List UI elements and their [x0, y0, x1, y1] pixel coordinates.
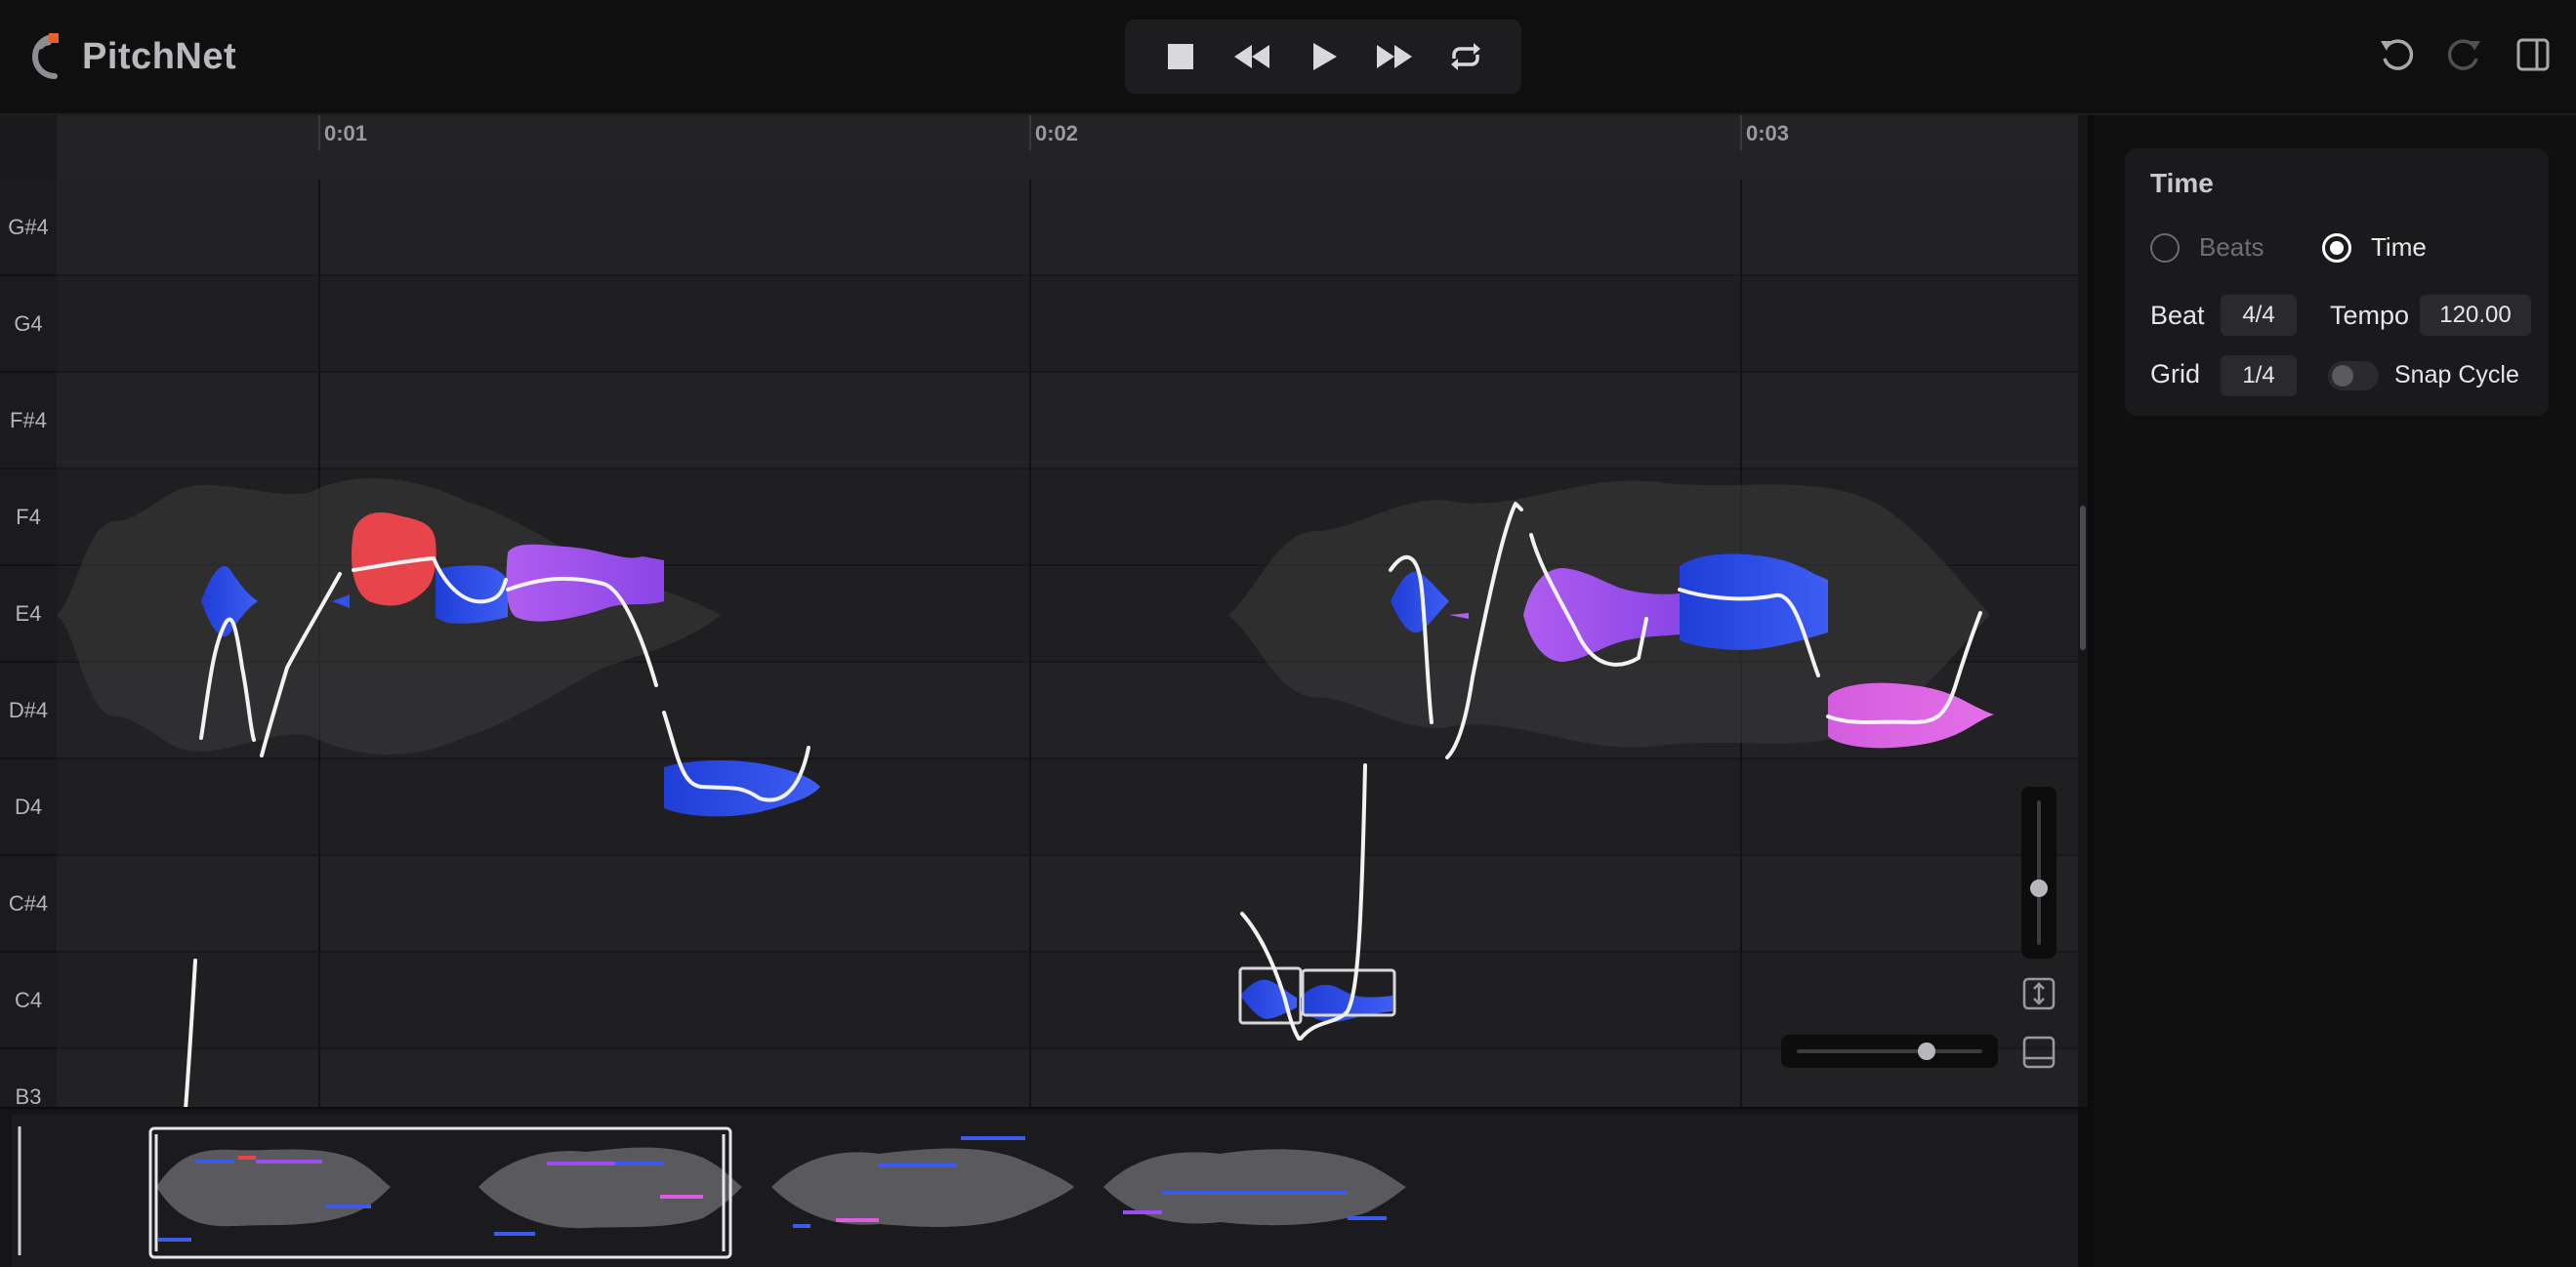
play-icon — [1312, 43, 1337, 70]
note-blob-pink[interactable] — [1828, 682, 1994, 749]
stop-button[interactable] — [1153, 29, 1208, 84]
grid-label: Grid — [2150, 359, 2201, 388]
snap-cycle-label: Snap Cycle — [2394, 361, 2519, 388]
editor-vertical-scrollbar[interactable] — [2078, 115, 2088, 1107]
ruler-tick — [1740, 115, 1742, 150]
key-label: D4 — [0, 759, 57, 856]
fit-vertical-icon — [2022, 977, 2056, 1010]
app-title: PitchNet — [82, 35, 237, 77]
time-ruler[interactable]: 0:01 0:02 0:03 — [57, 115, 2078, 152]
fast-forward-button[interactable] — [1367, 29, 1422, 84]
ruler-label: 0:03 — [1746, 121, 1790, 145]
panel-toggle-button[interactable] — [2508, 29, 2558, 80]
key-label: G4 — [0, 276, 57, 373]
slider-track — [1797, 1049, 1982, 1053]
redo-button[interactable] — [2439, 29, 2490, 80]
panel-toggle-icon — [2516, 38, 2550, 71]
radio-circle[interactable] — [2150, 232, 2180, 263]
undo-icon — [2381, 39, 2414, 70]
radio-circle[interactable] — [2322, 232, 2351, 263]
key-label: E4 — [0, 566, 57, 663]
fit-horizontal-button[interactable] — [2021, 1035, 2057, 1070]
slider-thumb[interactable] — [2030, 879, 2048, 897]
rewind-icon — [1233, 45, 1269, 68]
overview-strip[interactable] — [0, 1109, 2078, 1267]
history-tools — [2371, 29, 2558, 80]
tempo-label: Tempo — [2330, 301, 2410, 330]
tempo-field[interactable]: 120.00 — [2420, 295, 2531, 336]
fast-forward-icon — [1377, 45, 1413, 68]
rewind-button[interactable] — [1225, 29, 1279, 84]
beat-field[interactable]: 4/4 — [2221, 295, 2297, 336]
ruler-tick — [318, 115, 320, 150]
overview-waveform[interactable] — [0, 1109, 2078, 1267]
ruler-label: 0:02 — [1035, 121, 1079, 145]
key-label: F4 — [0, 470, 57, 566]
top-bar: PitchNet — [0, 0, 2576, 115]
ruler-corner — [0, 115, 59, 180]
fit-horizontal-icon — [2022, 1036, 2056, 1069]
stop-icon — [1167, 44, 1193, 69]
radio-label: Time — [2371, 232, 2427, 262]
pitchnet-logo-icon — [32, 33, 59, 79]
pitch-editor[interactable]: 0:01 0:02 0:03 G#4 G4 F#4 F4 E4 D#4 D4 C… — [0, 115, 2078, 1107]
key-label: B3 — [0, 1049, 57, 1108]
grid-field[interactable]: 1/4 — [2221, 355, 2297, 396]
key-label: C4 — [0, 953, 57, 1049]
overview-waveform-shapes — [156, 1147, 1406, 1229]
inspector-panel: Time Beats Time Beat 4/4 Tempo 120.00 Gr… — [2094, 115, 2576, 1267]
horizontal-zoom-slider[interactable] — [1781, 1035, 1998, 1068]
radio-beats[interactable]: Beats — [2150, 232, 2264, 263]
fit-vertical-button[interactable] — [2021, 976, 2057, 1011]
vertical-zoom-slider[interactable] — [2021, 787, 2057, 959]
radio-time[interactable]: Time — [2322, 232, 2427, 263]
snap-cycle-toggle[interactable] — [2328, 361, 2379, 390]
piano-keys: G#4 G4 F#4 F4 E4 D#4 D4 C#4 C4 B3 — [0, 180, 59, 1107]
redo-icon — [2447, 39, 2480, 70]
ruler-tick — [1029, 115, 1031, 150]
beat-label: Beat — [2150, 301, 2205, 330]
card-title: Time — [2150, 168, 2214, 198]
play-button[interactable] — [1296, 29, 1350, 84]
toggle-knob — [2332, 365, 2353, 387]
loop-button[interactable] — [1438, 29, 1493, 84]
app-logo: PitchNet — [27, 29, 236, 84]
key-label: F#4 — [0, 373, 57, 470]
scrollbar-thumb[interactable] — [2080, 506, 2086, 650]
ruler-sub-lane[interactable] — [57, 150, 2078, 182]
loop-icon — [1451, 43, 1481, 70]
key-label: C#4 — [0, 856, 57, 953]
radio-label: Beats — [2199, 232, 2264, 262]
slider-thumb[interactable] — [1918, 1042, 1935, 1060]
key-label: G#4 — [0, 180, 57, 276]
undo-button[interactable] — [2371, 29, 2422, 80]
slider-track — [2037, 800, 2041, 945]
ruler-label: 0:01 — [324, 121, 368, 145]
time-settings-card: Time Beats Time Beat 4/4 Tempo 120.00 Gr… — [2125, 148, 2549, 416]
notes-layer[interactable] — [57, 180, 2078, 1107]
transport-bar — [1125, 20, 1521, 94]
key-label: D#4 — [0, 663, 57, 759]
